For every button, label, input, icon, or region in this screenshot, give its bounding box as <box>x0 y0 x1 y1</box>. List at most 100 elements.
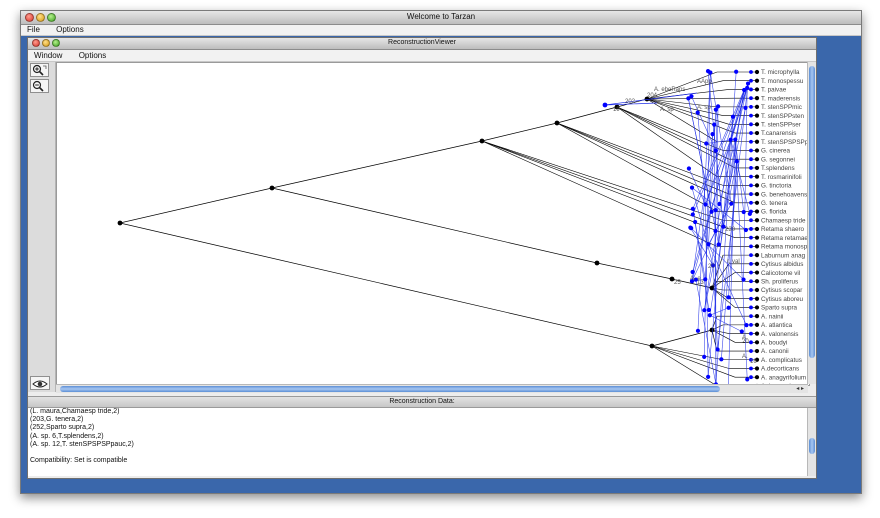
host-node <box>709 327 715 333</box>
host-leaf-node <box>754 340 760 345</box>
leaf-label: T. stenSPSPSPpa <box>761 139 809 146</box>
leaf-label: Retama shaero <box>761 226 805 233</box>
host-edge <box>271 187 598 264</box>
zoom-in-icon <box>32 64 47 76</box>
main-title-bar[interactable]: Welcome to Tarzan <box>21 11 861 25</box>
data-vscroll-thumb[interactable] <box>809 438 815 454</box>
leaf-label: A. anagyrifolium <box>761 374 806 381</box>
viewer-title-bar[interactable]: ReconstructionViewer <box>28 38 816 50</box>
host-edge <box>651 329 713 347</box>
host-leaf-edge <box>481 140 718 247</box>
leaf-label: T. microphylla <box>761 69 800 76</box>
eye-icon <box>32 380 48 388</box>
node-label: 202 <box>625 99 636 105</box>
leaf-label: T. stenSPPser <box>761 122 801 129</box>
leaf-label: T. rosmarinifoli <box>761 174 802 181</box>
host-leaf-node <box>754 235 760 240</box>
zoom-in-button[interactable] <box>30 63 49 77</box>
node-label: 16 <box>750 359 757 365</box>
viewer-menu-bar: Window Options <box>28 50 816 62</box>
parasite-node <box>713 208 718 213</box>
parasite-node <box>734 159 739 164</box>
host-leaf-node <box>754 279 760 284</box>
host-node <box>117 220 123 226</box>
parasite-node <box>702 308 707 313</box>
reconstruction-line: (203,G. tenera,2) <box>30 416 84 424</box>
host-leaf-node <box>754 253 760 258</box>
reconstruction-viewer-window: ReconstructionViewer Window Options T. m… <box>27 37 817 479</box>
leaf-label: Cytisus aboreu <box>761 296 803 303</box>
host-leaf-node <box>754 104 760 109</box>
canvas-vertical-scrollbar[interactable] <box>807 62 816 384</box>
parasite-edge <box>709 307 729 316</box>
parasite-edge <box>691 187 714 266</box>
host-leaf-edge <box>556 122 724 186</box>
parasite-node <box>745 81 751 86</box>
reconstruction-line: (A. sp. 12,T. stenSPSPSPpauc,2) <box>30 440 134 448</box>
tree-canvas[interactable]: T. microphylla T. monospessu T. paivae T. m… <box>56 62 810 386</box>
menu-options[interactable]: Options <box>56 25 84 34</box>
leaf-label: A. complicatus <box>761 357 802 364</box>
parasite-node <box>686 166 692 171</box>
main-menu-bar: File Options <box>21 25 861 36</box>
parasite-node <box>706 242 711 247</box>
leaf-label: Retama retamae <box>761 235 808 242</box>
leaf-label: Laburnum anag <box>761 252 806 259</box>
leaf-label: G. segonnei <box>761 156 795 163</box>
canvas-vscroll-thumb[interactable] <box>809 66 815 358</box>
menu-viewer-options[interactable]: Options <box>79 51 107 60</box>
parasite-node <box>689 185 695 190</box>
node-label: 20 <box>708 264 715 270</box>
host-node <box>269 185 275 191</box>
reconstruction-data-text[interactable]: (L. maura,Chamaesp tride,2) (203,G. tener… <box>28 408 808 476</box>
parasite-node <box>745 377 750 382</box>
parasite-leaf-node <box>749 322 753 327</box>
viewer-window-title: ReconstructionViewer <box>388 39 456 46</box>
host-leaf-node <box>754 270 760 275</box>
node-label: A. e <box>690 276 701 282</box>
parasite-node <box>744 323 749 328</box>
parasite-node <box>710 132 715 137</box>
view-toggle-button[interactable] <box>30 376 50 390</box>
parasite-node <box>709 209 714 214</box>
parasite-leaf-node <box>749 288 753 292</box>
reconstruction-line: (A. sp. 6,T.splendens,2) <box>30 432 104 440</box>
node-label: 25 <box>674 280 681 286</box>
data-vertical-scrollbar[interactable] <box>807 408 816 476</box>
host-leaf-node <box>754 261 760 266</box>
parasite-node <box>708 70 713 75</box>
parasite-leaf-node <box>749 305 753 310</box>
parasite-leaf-node <box>749 148 753 153</box>
hscroll-arrows-icon[interactable]: ◂ ▸ <box>796 385 804 392</box>
zoom-out-button[interactable] <box>30 79 49 93</box>
cophylogeny-tree[interactable]: T. microphylla T. monospessu T. paivaeT. m… <box>57 63 809 385</box>
host-leaf-node <box>754 183 760 188</box>
host-leaf-edge <box>651 345 717 385</box>
leaf-label: G. cinerea <box>761 148 791 155</box>
main-window-title: Welcome to Tarzan <box>406 12 476 21</box>
canvas-horizontal-scrollbar[interactable]: ◂ ▸ <box>56 384 808 393</box>
host-leaf-node <box>754 287 760 293</box>
menu-window[interactable]: Window <box>34 51 62 60</box>
leaf-label: A. valonensis <box>761 331 798 338</box>
menu-file[interactable]: File <box>27 25 40 34</box>
parasite-leaf-node <box>749 131 753 135</box>
leaf-label: Chamaesp tride <box>761 217 806 224</box>
leaf-label: T. monospessu <box>761 78 804 85</box>
host-leaf-node <box>754 296 760 301</box>
parasite-node <box>695 328 701 333</box>
leaf-label: G. tinctoria <box>761 183 792 190</box>
leaf-label: A. boudyi <box>761 340 787 347</box>
parasite-node <box>704 141 709 146</box>
host-node <box>554 120 560 126</box>
canvas-hscroll-thumb[interactable] <box>60 386 720 392</box>
parasite-node <box>741 209 746 215</box>
parasite-leaf-node <box>749 166 753 170</box>
parasite-leaf-node <box>749 157 753 162</box>
host-node <box>649 343 655 349</box>
leaf-label: Sparto supra <box>761 305 798 312</box>
parasite-leaf-node <box>749 70 753 74</box>
parasite-leaf-node <box>749 279 753 284</box>
host-leaf-node <box>754 130 760 136</box>
host-leaf-node <box>754 157 760 162</box>
